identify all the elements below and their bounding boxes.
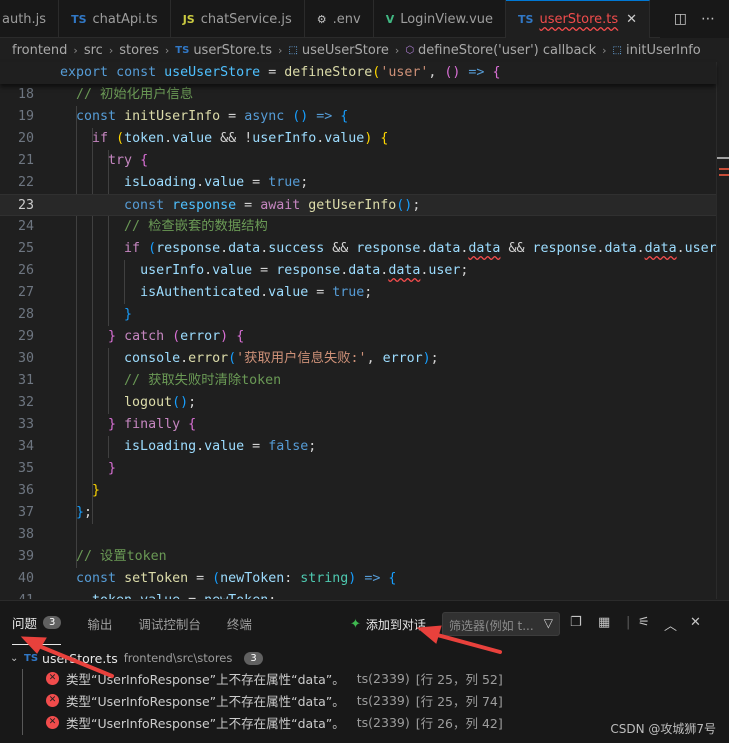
annotation-arrow-problems <box>32 642 114 678</box>
sticky-scroll-line[interactable]: export const useUserStore = defineStore(… <box>0 62 716 84</box>
annotation-arrow-add-chat <box>428 631 502 654</box>
arrow-head <box>20 636 47 654</box>
annotation-arrows <box>20 625 502 678</box>
arrow-head <box>416 625 442 644</box>
